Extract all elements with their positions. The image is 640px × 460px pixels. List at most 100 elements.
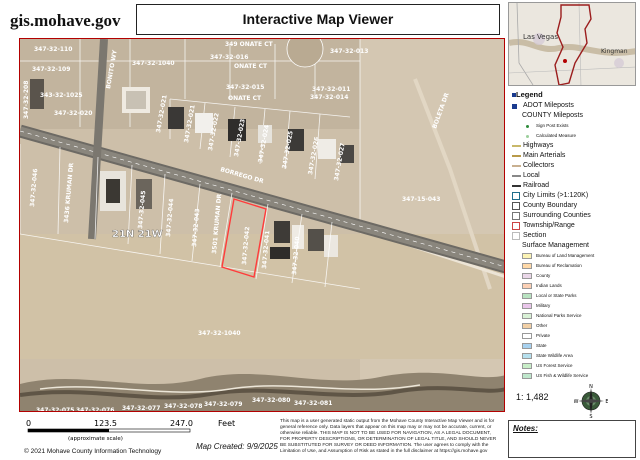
legend-item-label: Highways — [523, 142, 554, 149]
parcel-label-big: 347-32-1040 — [198, 330, 241, 337]
legend-item: Bureau of Land Management — [508, 251, 636, 261]
legend-item-label: Section — [523, 232, 547, 239]
legend-item: Military — [508, 301, 636, 311]
legend-item-label: National Parks Service — [536, 313, 582, 318]
legend-item-label: City Limits (>1:120K) — [523, 192, 589, 199]
legend-fill-swatch — [522, 373, 532, 379]
legend-fill-swatch — [522, 253, 532, 259]
parcel-label-bottom-1: 347-32-076 — [76, 407, 114, 412]
legend-fill-swatch — [522, 293, 532, 299]
parcel-label-bottom-5: 347-32-080 — [252, 397, 290, 404]
legend-item: Railroad — [508, 181, 636, 191]
legend-item-label: Local or State Parks — [536, 293, 577, 298]
legend-box-swatch — [512, 192, 520, 200]
legend-item-label: County Boundary — [523, 202, 578, 209]
township-range-label: 21N 21W — [112, 229, 163, 240]
parcel-label-bottom-2: 347-32-077 — [122, 405, 160, 412]
legend-item: Local — [508, 171, 636, 181]
parcel-label-top-3: 349 ONATE CT — [225, 41, 274, 48]
legend-item-label: Calculated Measure — [536, 133, 577, 138]
legend-item: Township/Range — [508, 221, 636, 231]
legend-item: National Parks Service — [508, 311, 636, 321]
legend-item: Bureau of Reclamation — [508, 261, 636, 271]
legend-item: County Boundary — [508, 201, 636, 211]
north-letter-e: E — [605, 399, 608, 405]
legend-fill-swatch — [522, 323, 532, 329]
copyright: © 2021 Mohave County Information Technol… — [24, 448, 162, 455]
legend-item-label: Bureau of Land Management — [536, 253, 595, 258]
legend-item: COUNTY Mileposts — [508, 111, 636, 121]
parcel-label-top-7: 347-32-011 — [312, 86, 350, 93]
legend-item: Surface Management — [508, 241, 636, 251]
scale-unit: Feet — [218, 419, 235, 428]
legend-item: County — [508, 271, 636, 281]
legend-item-label: Other — [536, 323, 548, 328]
parcel-label-top-8: 347-32-014 — [310, 94, 348, 101]
inset-overview-map[interactable]: Las Vegas Kingman — [508, 2, 636, 86]
north-letter-s: S — [589, 414, 592, 418]
parcel-label-top-4: 347-32-016 — [210, 54, 248, 61]
legend-item-label: Main Arterials — [523, 152, 566, 159]
legend-fill-swatch — [522, 363, 532, 369]
north-letter-n: N — [589, 384, 593, 390]
parcel-label-top-10: 347-32-208 — [23, 81, 30, 119]
legend-line-swatch — [512, 155, 521, 157]
legend-fill-swatch — [522, 313, 532, 319]
aerial-map-svg: 347-32-110 347-32-109 347-32-1040 349 ON… — [20, 39, 504, 412]
legend-item: Section — [508, 231, 636, 241]
legend-fill-swatch — [522, 303, 532, 309]
legend-item-label: US Forest Service — [536, 363, 573, 368]
scale-note: (approximate scale) — [68, 436, 123, 442]
parcel-label-bottom-6: 347-32-081 — [294, 400, 332, 407]
road-label-onate-top: ONATE CT — [234, 63, 268, 70]
legend-line-swatch — [512, 175, 521, 177]
notes-label: Notes: — [513, 424, 538, 433]
parcel-label-bottom-3: 347-32-078 — [164, 403, 202, 410]
north-letter-w: W — [574, 399, 579, 405]
legend-item: US Fish & Wildlife Service — [508, 371, 636, 381]
legend-marker-swatch — [512, 104, 517, 109]
main-map[interactable]: 347-32-110 347-32-109 347-32-1040 349 ON… — [19, 38, 505, 412]
legend: Legend ADOT Mileposts COUNTY Mileposts Sig… — [508, 90, 636, 386]
legend-line-swatch — [512, 185, 521, 187]
scale-tick-2: 247.0 — [170, 419, 193, 428]
legend-item-label: State Wildlife Area — [536, 353, 573, 358]
map-created-date: Map Created: 9/9/2025 — [196, 442, 278, 451]
legend-line-swatch — [512, 145, 521, 147]
inset-label-kingman: Kingman — [601, 48, 628, 55]
legend-item: Local or State Parks — [508, 291, 636, 301]
parcel-label-top-5: 347-32-015 — [226, 84, 264, 91]
legend-item-label: Township/Range — [523, 222, 575, 229]
legend-item-label: Railroad — [523, 182, 550, 189]
legend-item-label: County — [536, 273, 551, 278]
legend-fill-swatch — [522, 353, 532, 359]
legend-title-row: Legend — [508, 90, 636, 100]
legend-item-label: Surrounding Counties — [523, 212, 591, 219]
legend-item: Calculated Measure — [508, 131, 636, 141]
parcel-label-mid-11: 347-15-043 — [402, 196, 440, 203]
notes-box: Notes: — [508, 420, 636, 458]
legend-item-label: Military — [536, 303, 551, 308]
legend-item: Sign Post Exists — [508, 121, 636, 131]
legend-fill-swatch — [522, 343, 532, 349]
north-arrow-icon: N S E W — [574, 384, 609, 420]
parcel-label-top-1: 347-32-109 — [32, 66, 70, 73]
legend-item: ADOT Mileposts — [508, 101, 636, 111]
legend-item: Main Arterials — [508, 151, 636, 161]
legend-item: City Limits (>1:120K) — [508, 191, 636, 201]
road-label-onate: ONATE CT — [228, 95, 262, 102]
parcel-label-top-0: 347-32-110 — [34, 46, 72, 53]
inset-label-las-vegas: Las Vegas — [523, 33, 558, 41]
legend-item-label: Sign Post Exists — [536, 123, 569, 128]
legend-fill-swatch — [522, 263, 532, 269]
legend-box-swatch — [512, 202, 520, 210]
inset-svg: Las Vegas Kingman — [509, 3, 635, 85]
scale-tick-0: 0 — [26, 419, 31, 428]
map-title: Interactive Map Viewer — [136, 4, 500, 35]
legend-item: Highways — [508, 141, 636, 151]
parcel-label-top-9: 343-32-1025 — [40, 92, 83, 99]
legend-item-label: ADOT Mileposts — [523, 102, 574, 109]
legend-item: State Wildlife Area — [508, 351, 636, 361]
legend-item-label: Local — [523, 172, 540, 179]
parcel-label-mid-0: 347-32-020 — [54, 110, 92, 117]
